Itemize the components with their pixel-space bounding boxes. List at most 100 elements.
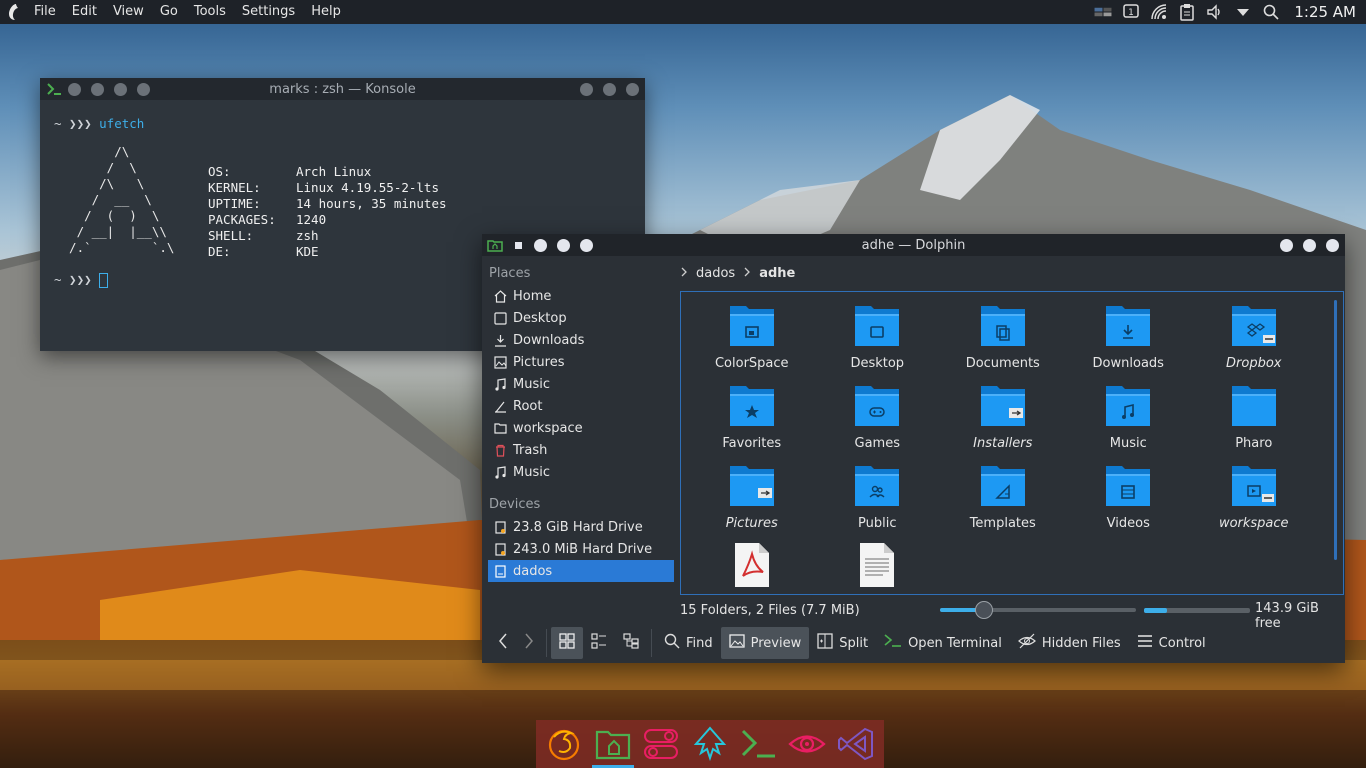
settings-toggle-icon[interactable] — [640, 723, 682, 765]
device-dados[interactable]: dados — [488, 560, 674, 582]
hard-drive-icon — [493, 542, 507, 556]
folder-icon — [1230, 462, 1278, 512]
folder-item[interactable]: Videos — [1066, 462, 1192, 542]
konsole-keep-above-button[interactable] — [137, 82, 150, 96]
open-terminal-button[interactable]: Open Terminal — [876, 627, 1010, 659]
breadcrumb-item[interactable]: dados — [696, 266, 735, 281]
icons-view-button[interactable] — [551, 627, 583, 659]
folder-item[interactable]: Games — [815, 382, 941, 462]
preview-button[interactable]: Preview — [720, 627, 810, 659]
command-text: ufetch — [99, 116, 145, 131]
place-pictures[interactable]: Pictures — [482, 351, 680, 373]
dolphin-close-button[interactable] — [1326, 238, 1339, 252]
place-music-2[interactable]: Music — [482, 461, 680, 483]
notifications-icon[interactable]: 1 — [1122, 3, 1140, 21]
folder-item[interactable]: Downloads — [1066, 302, 1192, 382]
folder-item[interactable]: Public — [815, 462, 941, 542]
dolphin-on-all-desktops-button[interactable] — [534, 238, 547, 252]
file-item[interactable] — [815, 542, 941, 594]
folder-item[interactable]: Dropbox — [1191, 302, 1317, 382]
folder-item[interactable]: Pictures — [689, 462, 815, 542]
folder-item[interactable]: Templates — [940, 462, 1066, 542]
inkscape-icon[interactable] — [689, 723, 731, 765]
folder-item[interactable]: Music — [1066, 382, 1192, 462]
dolphin-minimize-button[interactable] — [1280, 238, 1293, 252]
dolphin-icon[interactable] — [591, 723, 634, 768]
place-downloads[interactable]: Downloads — [482, 329, 680, 351]
menu-help[interactable]: Help — [303, 0, 349, 24]
back-button[interactable] — [490, 627, 516, 659]
menu-view[interactable]: View — [105, 0, 152, 24]
menu-edit[interactable]: Edit — [64, 0, 105, 24]
folder-icon — [979, 462, 1027, 512]
konsole-minimize-button[interactable] — [580, 82, 593, 96]
dolphin-maximize-button[interactable] — [1303, 238, 1316, 252]
konsole-menu-button[interactable] — [68, 82, 81, 96]
forward-button[interactable] — [516, 627, 542, 659]
place-home[interactable]: Home — [482, 285, 680, 307]
home-icon — [493, 289, 507, 303]
menu-tools[interactable]: Tools — [186, 0, 234, 24]
place-root[interactable]: Root — [482, 395, 680, 417]
folder-item[interactable]: Pharo — [1191, 382, 1317, 462]
zoom-slider[interactable] — [940, 601, 1136, 619]
folder-item[interactable]: Installers — [940, 382, 1066, 462]
dolphin-titlebar[interactable]: adhe — Dolphin — [482, 234, 1345, 256]
app-launcher-icon[interactable] — [2, 0, 26, 24]
eye-icon[interactable] — [786, 723, 828, 765]
konsole-titlebar[interactable]: marks : zsh — Konsole — [40, 78, 645, 100]
folder-label: Pharo — [1235, 436, 1273, 451]
folder-item[interactable]: ColorSpace — [689, 302, 815, 382]
menu-file[interactable]: File — [26, 0, 64, 24]
firefox-icon[interactable] — [543, 723, 585, 765]
workspace-switcher-icon[interactable] — [1094, 3, 1112, 21]
compact-view-button[interactable] — [583, 627, 615, 659]
folder-item[interactable]: workspace — [1191, 462, 1317, 542]
device-hard-drive-2[interactable]: 243.0 MiB Hard Drive — [482, 538, 680, 560]
breadcrumb-current[interactable]: adhe — [759, 266, 795, 281]
dolphin-menu-button[interactable] — [515, 241, 522, 249]
konsole-on-all-desktops-button[interactable] — [91, 82, 104, 96]
place-desktop[interactable]: Desktop — [482, 307, 680, 329]
konsole-icon[interactable] — [738, 723, 780, 765]
wifi-icon[interactable] — [1150, 3, 1168, 21]
menu-go[interactable]: Go — [152, 0, 186, 24]
konsole-close-button[interactable] — [626, 82, 639, 96]
dolphin-keep-above-button[interactable] — [580, 238, 593, 252]
folder-label: Pictures — [725, 516, 778, 531]
folder-item[interactable]: Desktop — [815, 302, 941, 382]
root-icon — [493, 399, 507, 413]
folder-label: Dropbox — [1226, 356, 1282, 371]
konsole-maximize-button[interactable] — [603, 82, 616, 96]
find-button[interactable]: Find — [656, 627, 721, 659]
volume-icon[interactable] — [1206, 3, 1224, 21]
search-icon[interactable] — [1262, 3, 1280, 21]
dolphin-shade-button[interactable] — [557, 238, 570, 252]
clipboard-icon[interactable] — [1178, 3, 1196, 21]
folder-item[interactable]: Favorites — [689, 382, 815, 462]
folder-item[interactable]: Documents — [940, 302, 1066, 382]
konsole-shade-button[interactable] — [114, 82, 127, 96]
clock[interactable]: 1:25 AM — [1294, 3, 1356, 21]
info-row: OS: Arch Linux — [208, 164, 372, 179]
breadcrumb: dados adhe — [680, 256, 795, 290]
menu-settings[interactable]: Settings — [234, 0, 303, 24]
file-view[interactable]: ColorSpace Desktop Documents Downloads Dropb… — [680, 291, 1344, 595]
zoom-slider-handle[interactable] — [975, 601, 994, 619]
prompt-symbol: ~ ❯❯❯ — [54, 116, 100, 131]
disk-usage-fill — [1144, 608, 1168, 613]
details-view-button[interactable] — [615, 627, 647, 659]
place-trash[interactable]: Trash — [482, 439, 680, 461]
split-button[interactable]: Split — [809, 627, 876, 659]
dropdown-arrow-icon[interactable] — [1234, 3, 1252, 21]
hidden-files-button[interactable]: Hidden Files — [1010, 627, 1129, 659]
place-workspace[interactable]: workspace — [482, 417, 680, 439]
info-row: UPTIME: 14 hours, 35 minutes — [208, 196, 447, 211]
file-item[interactable] — [689, 542, 815, 594]
vertical-scrollbar[interactable] — [1334, 300, 1337, 560]
place-music[interactable]: Music — [482, 373, 680, 395]
visual-studio-code-icon[interactable] — [835, 723, 877, 765]
control-button[interactable]: Control — [1129, 627, 1214, 659]
device-hard-drive-1[interactable]: 23.8 GiB Hard Drive — [482, 516, 680, 538]
dolphin-title: adhe — Dolphin — [861, 237, 966, 253]
